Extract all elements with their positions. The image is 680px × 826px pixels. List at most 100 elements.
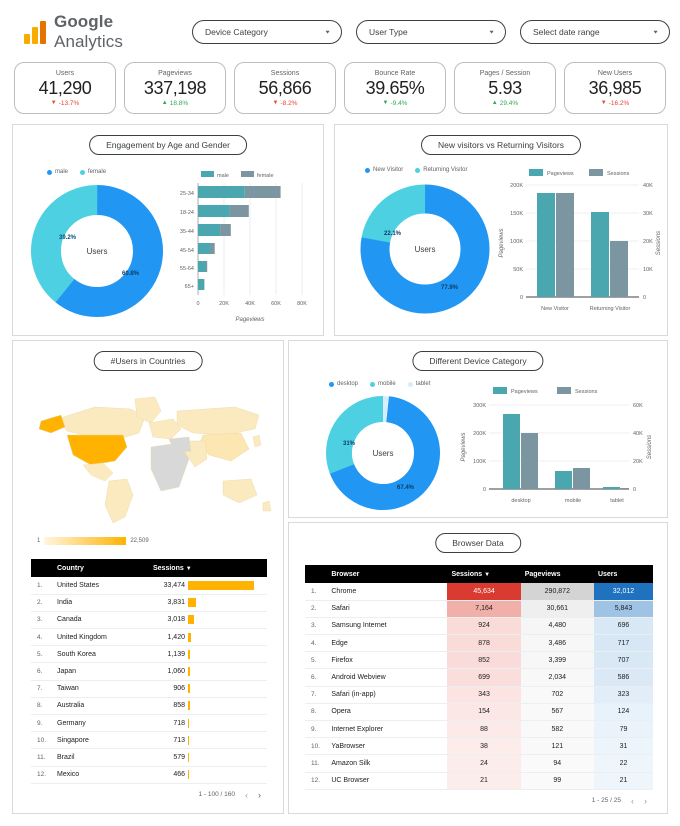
y2-tick-0: 0 <box>633 487 636 493</box>
y-tick-150k: 150K <box>510 211 523 217</box>
legend-item-pageviews-label: Pageviews <box>511 389 538 395</box>
table-row[interactable]: 4. Edge 878 3,486 717 <box>305 634 653 653</box>
legend-item-new-visitor: New Visitor <box>365 167 403 173</box>
filter-date-range[interactable]: Select date range ▼ <box>520 20 670 44</box>
legend-item-tablet: tablet <box>407 381 430 387</box>
scorecard-delta: ▼ -16.2% <box>600 99 630 107</box>
cell-sessions: 343 <box>447 686 521 704</box>
col-browser[interactable]: Browser <box>327 565 448 583</box>
col-country[interactable]: Country <box>53 559 149 577</box>
scorecard-new-users[interactable]: New Users 36,985 ▼ -16.2% <box>564 62 666 114</box>
cell-pageviews: 4,480 <box>520 617 594 636</box>
cell-browser: Android Webview <box>327 668 448 687</box>
cell-sessions-value: 1,060 <box>167 668 185 676</box>
table-row[interactable]: 2. Safari 7,164 30,661 5,843 <box>305 600 653 618</box>
arrow-down-icon: ▼ <box>272 100 279 106</box>
table-row[interactable]: 12. Mexico 466 <box>31 766 267 784</box>
table-row[interactable]: 3. Samsung Internet 924 4,480 696 <box>305 617 653 636</box>
table-row[interactable]: 10. YaBrowser 38 121 31 <box>305 737 653 756</box>
cell-browser: Edge <box>327 634 448 653</box>
scorecard-pageviews[interactable]: Pageviews 337,198 ▲ 18.8% <box>124 62 226 114</box>
table-row[interactable]: 12. UC Browser 21 99 21 <box>305 772 653 790</box>
donut-center-label: Users <box>415 245 436 254</box>
cell-sessions: 45,634 <box>447 583 521 601</box>
filter-device-category[interactable]: Device Category ▼ <box>192 20 342 44</box>
col-users[interactable]: Users <box>593 565 653 583</box>
cell-sessions: 1,420 <box>149 628 267 647</box>
filter-user-type-label: User Type <box>369 27 408 37</box>
scorecard-bounce-rate[interactable]: Bounce Rate 39.65% ▼ -9.4% <box>344 62 446 114</box>
table-row[interactable]: 8. Opera 154 567 124 <box>305 703 653 722</box>
x-axis-title: Pageviews <box>235 317 264 323</box>
table-row[interactable]: 5. Firefox 852 3,399 707 <box>305 651 653 670</box>
legend-item-male: male <box>47 169 68 175</box>
table-row[interactable]: 6. Android Webview 699 2,034 586 <box>305 668 653 687</box>
col-sessions[interactable]: Sessions ▼ <box>149 559 267 577</box>
chevron-right-icon[interactable]: › <box>258 790 261 800</box>
cell-country: Mexico <box>53 766 149 784</box>
table-row[interactable]: 3. Canada 3,018 <box>31 611 267 630</box>
table-row[interactable]: 9. Internet Explorer 88 582 79 <box>305 720 653 739</box>
table-row[interactable]: 2. India 3,831 <box>31 594 267 612</box>
age-tick-25-34: 25-34 <box>180 191 194 197</box>
table-row[interactable]: 9. Germany 718 <box>31 714 267 733</box>
cell-country: Brazil <box>53 748 149 767</box>
chevron-down-icon: ▼ <box>324 29 331 35</box>
cell-country: United Kingdom <box>53 628 149 647</box>
chevron-left-icon[interactable]: ‹ <box>631 796 634 806</box>
panel-title: Browser Data <box>435 533 521 553</box>
filter-bar: Device Category ▼ User Type ▼ Select dat… <box>192 20 670 44</box>
scorecard-value: 5.93 <box>488 77 522 98</box>
cell-sessions: 154 <box>447 703 521 722</box>
countries-pagination: 1 - 100 / 160 ‹ › <box>31 784 267 800</box>
y-tick-50k: 50K <box>513 267 523 273</box>
y-tick-200k: 200K <box>473 431 486 437</box>
world-map-chart[interactable] <box>27 377 277 533</box>
scorecard-users[interactable]: Users 41,290 ▼ -13.7% <box>14 62 116 114</box>
y-tick-200k: 200K <box>510 183 523 189</box>
legend-item-desktop: desktop <box>329 381 358 387</box>
cell-sessions-value: 33,474 <box>163 581 185 589</box>
scorecard-label: Sessions <box>270 69 300 77</box>
table-row[interactable]: 5. South Korea 1,139 <box>31 645 267 664</box>
table-row[interactable]: 8. Australia 858 <box>31 697 267 716</box>
table-row[interactable]: 4. United Kingdom 1,420 <box>31 628 267 647</box>
filter-user-type[interactable]: User Type ▼ <box>356 20 506 44</box>
cell-sessions: 852 <box>447 651 521 670</box>
table-row[interactable]: 1. United States 33,474 <box>31 577 267 595</box>
table-row[interactable]: 6. Japan 1,060 <box>31 662 267 681</box>
cell-sessions: 858 <box>149 697 267 716</box>
col-sessions[interactable]: Sessions ▼ <box>447 565 521 583</box>
cell-browser: YaBrowser <box>327 737 448 756</box>
row-index: 1. <box>305 583 328 601</box>
y-tick-300k: 300K <box>473 403 486 409</box>
cell-browser: UC Browser <box>327 772 448 790</box>
row-index-header <box>305 565 328 583</box>
col-pageviews[interactable]: Pageviews <box>520 565 594 583</box>
age-tick-55-64: 55-64 <box>180 266 194 272</box>
chevron-down-icon: ▼ <box>488 29 495 35</box>
table-row[interactable]: 11. Brazil 579 <box>31 748 267 767</box>
cell-users: 707 <box>593 651 653 670</box>
scorecard-label: Pages / Session <box>479 69 531 77</box>
cell-sessions: 713 <box>149 731 267 750</box>
table-row[interactable]: 1. Chrome 45,634 290,872 32,012 <box>305 583 653 601</box>
scorecard-pages-per-session[interactable]: Pages / Session 5.93 ▲ 29.4% <box>454 62 556 114</box>
table-row[interactable]: 11. Amazon Silk 24 94 22 <box>305 754 653 773</box>
browsers-page-range: 1 - 25 / 25 <box>591 797 621 805</box>
age-tick-45-54: 45-54 <box>180 248 194 254</box>
scorecard-sessions[interactable]: Sessions 56,866 ▼ -8.2% <box>234 62 336 114</box>
chevron-left-icon[interactable]: ‹ <box>245 790 248 800</box>
cell-sessions-value: 906 <box>173 685 185 693</box>
cell-browser: Internet Explorer <box>327 720 448 739</box>
panel-browser-data: Browser Data Browser Sessions ▼ Pageview… <box>288 522 668 814</box>
cell-sessions-value: 1,420 <box>167 633 185 641</box>
table-row[interactable]: 7. Taiwan 906 <box>31 680 267 698</box>
table-row[interactable]: 7. Safari (in-app) 343 702 323 <box>305 686 653 704</box>
scorecard-delta: ▲ 29.4% <box>491 99 519 107</box>
y2-tick-10k: 10K <box>643 267 653 273</box>
legend-item-male-label: male <box>217 173 229 179</box>
chevron-right-icon[interactable]: › <box>644 796 647 806</box>
browsers-pagination: 1 - 25 / 25 ‹ › <box>305 790 653 806</box>
table-row[interactable]: 10. Singapore 713 <box>31 731 267 750</box>
